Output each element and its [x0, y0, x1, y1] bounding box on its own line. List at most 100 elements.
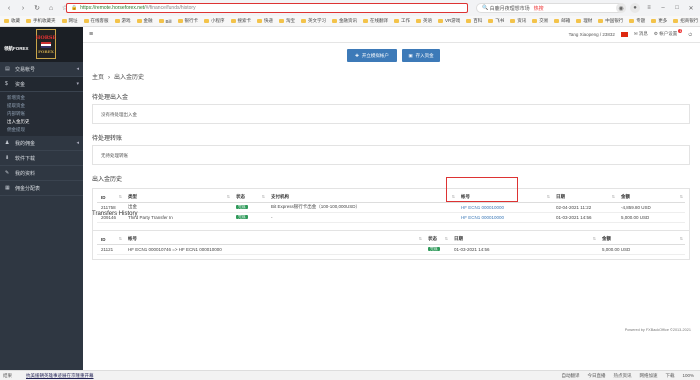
bookmark-item[interactable]: 银行卡 — [177, 18, 198, 24]
account-link[interactable]: HF ECN1 000010000 — [457, 202, 552, 213]
folder-icon — [230, 19, 236, 23]
account-link[interactable]: HF ECN1 000010000 — [457, 212, 552, 223]
profile-edit-icon: ✎ — [5, 170, 10, 176]
zoom-level[interactable]: 100% — [682, 373, 694, 379]
transfers-history-title: Transfers History — [92, 211, 138, 217]
sidebar-item-downloads[interactable]: ⬇ 软件下载 — [0, 151, 83, 166]
messages-link[interactable]: ✉ 消息 — [634, 31, 648, 37]
bookmark-item[interactable]: 金融资讯 — [332, 18, 357, 24]
close-icon[interactable]: ✕ — [686, 3, 696, 13]
browser-search-input[interactable]: 🔍 白鹿月夜理想市场 热搜 — [476, 3, 626, 13]
horseforex-logo[interactable]: HORSE FOREX — [36, 29, 56, 59]
submenu-deposit[interactable]: 新增资金 — [0, 94, 83, 102]
col-header[interactable]: 类型 ⇅ — [124, 193, 232, 203]
open-demo-account-button[interactable]: ✚ 开立模拟帐户 — [347, 49, 397, 62]
bookmark-item[interactable]: 在线客服 — [83, 18, 109, 24]
bookmark-item[interactable]: Bill — [158, 19, 172, 24]
back-icon[interactable]: ‹ — [4, 3, 14, 13]
submenu-withdraw[interactable]: 提取资金 — [0, 102, 83, 110]
col-header[interactable]: ID ⇅ — [97, 235, 124, 245]
dollar-icon: $ — [5, 81, 8, 87]
logout-icon[interactable]: ⏻ — [688, 32, 692, 37]
bookmark-item[interactable]: 交易 — [532, 18, 548, 24]
status-tool[interactable]: 网络加速 — [639, 373, 657, 379]
sidebar-item-label: 资金 — [15, 81, 26, 88]
bookmark-item[interactable]: 理财 — [576, 18, 592, 24]
status-tool[interactable]: 今日直播 — [587, 373, 605, 379]
address-bar[interactable]: 🔒 https:// remote.horseforex.net/ #/fina… — [66, 3, 468, 13]
sidebar-item-funds[interactable]: $ 资金 ▾ — [0, 77, 83, 92]
extension-icon[interactable]: ◉ — [616, 3, 626, 13]
col-header[interactable]: 日期 ⇅ — [552, 193, 617, 203]
bookmark-item[interactable]: VR游戏 — [438, 18, 460, 24]
chevron-down-icon: ▾ — [76, 81, 79, 87]
folder-icon — [177, 19, 183, 23]
col-header[interactable]: ID ⇅ — [97, 193, 124, 203]
news-link[interactable]: 抗美援朝英雄事迹展在京隆重开幕 — [26, 373, 94, 379]
bookmark-item[interactable]: 小程序 — [204, 18, 225, 24]
bookmark-item[interactable]: 工作 — [394, 18, 410, 24]
status-tool[interactable]: 下载 — [665, 373, 674, 379]
col-header[interactable]: 金额 ⇅ — [598, 235, 685, 245]
search-icon: 🔍 — [482, 5, 489, 11]
minimize-icon[interactable]: – — [658, 3, 668, 13]
table-row: 211758 出金 完成 Bit Express银行卡出金（100-100,00… — [97, 202, 685, 213]
deposit-button[interactable]: ▣ 存入资金 — [402, 49, 440, 62]
sidebar-item-profile[interactable]: ✎ 我的资料 — [0, 166, 83, 181]
folder-icon — [136, 19, 142, 23]
bookmark-item[interactable]: 更多 — [651, 18, 667, 24]
bookmark-item[interactable]: 游戏 — [114, 18, 131, 24]
pending-funds-empty: 没有待处理出入金 — [101, 112, 137, 117]
user-name[interactable]: Tang Xiaopeng / 23832 — [569, 32, 615, 37]
breadcrumb-home[interactable]: 主页 — [92, 75, 104, 81]
hamburger-icon[interactable]: ≡ — [89, 31, 93, 38]
bookmark-item[interactable]: 搜索卡 — [230, 18, 251, 24]
col-header[interactable]: 金额 ⇅ — [617, 193, 685, 203]
profile-icon[interactable]: ● — [630, 3, 640, 13]
bookmark-item[interactable]: 飞书 — [488, 18, 504, 24]
account-settings-link[interactable]: ⚙ 帐户设置 1 — [654, 29, 683, 37]
brand-label: 领航FOREX — [4, 46, 29, 51]
bookmark-item[interactable]: 英文学习 — [301, 18, 326, 24]
col-header[interactable]: 日期 ⇅ — [450, 235, 598, 245]
bookmark-item[interactable]: 快递 — [257, 18, 273, 24]
folder-icon — [394, 19, 400, 23]
sidebar-item-accounts[interactable]: ▤ 交易帐号 ◂ — [0, 62, 83, 77]
bookmark-item[interactable]: 在线翻译 — [363, 18, 388, 24]
submenu-internal-transfer[interactable]: 内部转账 — [0, 110, 83, 118]
forward-icon[interactable]: › — [18, 3, 28, 13]
bookmark-item[interactable]: 金融 — [136, 18, 153, 24]
col-header[interactable]: 状态 ⇅ — [232, 193, 267, 203]
bookmark-item[interactable]: 邮箱 — [554, 18, 570, 24]
language-flag-icon[interactable] — [620, 31, 628, 37]
menu-icon[interactable]: ≡ — [644, 3, 654, 13]
bookmark-item[interactable]: 百科 — [466, 18, 482, 24]
bookmark-item[interactable]: 招商银行 — [673, 18, 698, 24]
status-tool[interactable]: 自动翻译 — [561, 373, 579, 379]
bookmark-item[interactable]: 手机收藏夹 — [26, 18, 56, 24]
folder-icon — [158, 19, 164, 23]
breadcrumb: 主页 › 出入金历史 — [92, 75, 145, 81]
bookmark-item[interactable]: 淘宝 — [279, 18, 295, 24]
bookmark-item[interactable]: 中国银行 — [598, 18, 623, 24]
status-tool[interactable]: 热点资讯 — [613, 373, 631, 379]
col-header[interactable]: 帐号 ⇅ — [124, 235, 424, 245]
home-icon[interactable]: ⌂ — [46, 3, 56, 13]
bookmark-item[interactable]: 资讯 — [510, 18, 526, 24]
sidebar-item-commission-table[interactable]: ▦ 佣金分配表 — [0, 181, 83, 196]
bookmark-item[interactable]: 英语 — [416, 18, 432, 24]
pending-funds-panel: 没有待处理出入金 — [92, 104, 690, 124]
bookmark-item[interactable]: 网址 — [61, 18, 78, 24]
col-header[interactable]: 支付机构 ⇅ — [267, 193, 457, 203]
submenu-funds-history[interactable]: 出入金历史 — [0, 118, 83, 126]
sidebar-item-label: 我的资料 — [15, 170, 36, 177]
submenu-commission-withdraw[interactable]: 佣金提现 — [0, 126, 83, 134]
bookmark-item[interactable]: 收藏 — [4, 18, 20, 24]
sidebar-item-commission[interactable]: ♟ 我的佣金 ◂ — [0, 136, 83, 151]
bookmark-item[interactable]: 专题 — [629, 18, 645, 24]
col-header[interactable]: 状态 ⇅ — [424, 235, 450, 245]
reload-icon[interactable]: ↻ — [32, 3, 42, 13]
breadcrumb-current: 出入金历史 — [114, 75, 145, 81]
logo-area: 领航FOREX HORSE FOREX — [0, 27, 83, 62]
maximize-icon[interactable]: □ — [672, 3, 682, 13]
